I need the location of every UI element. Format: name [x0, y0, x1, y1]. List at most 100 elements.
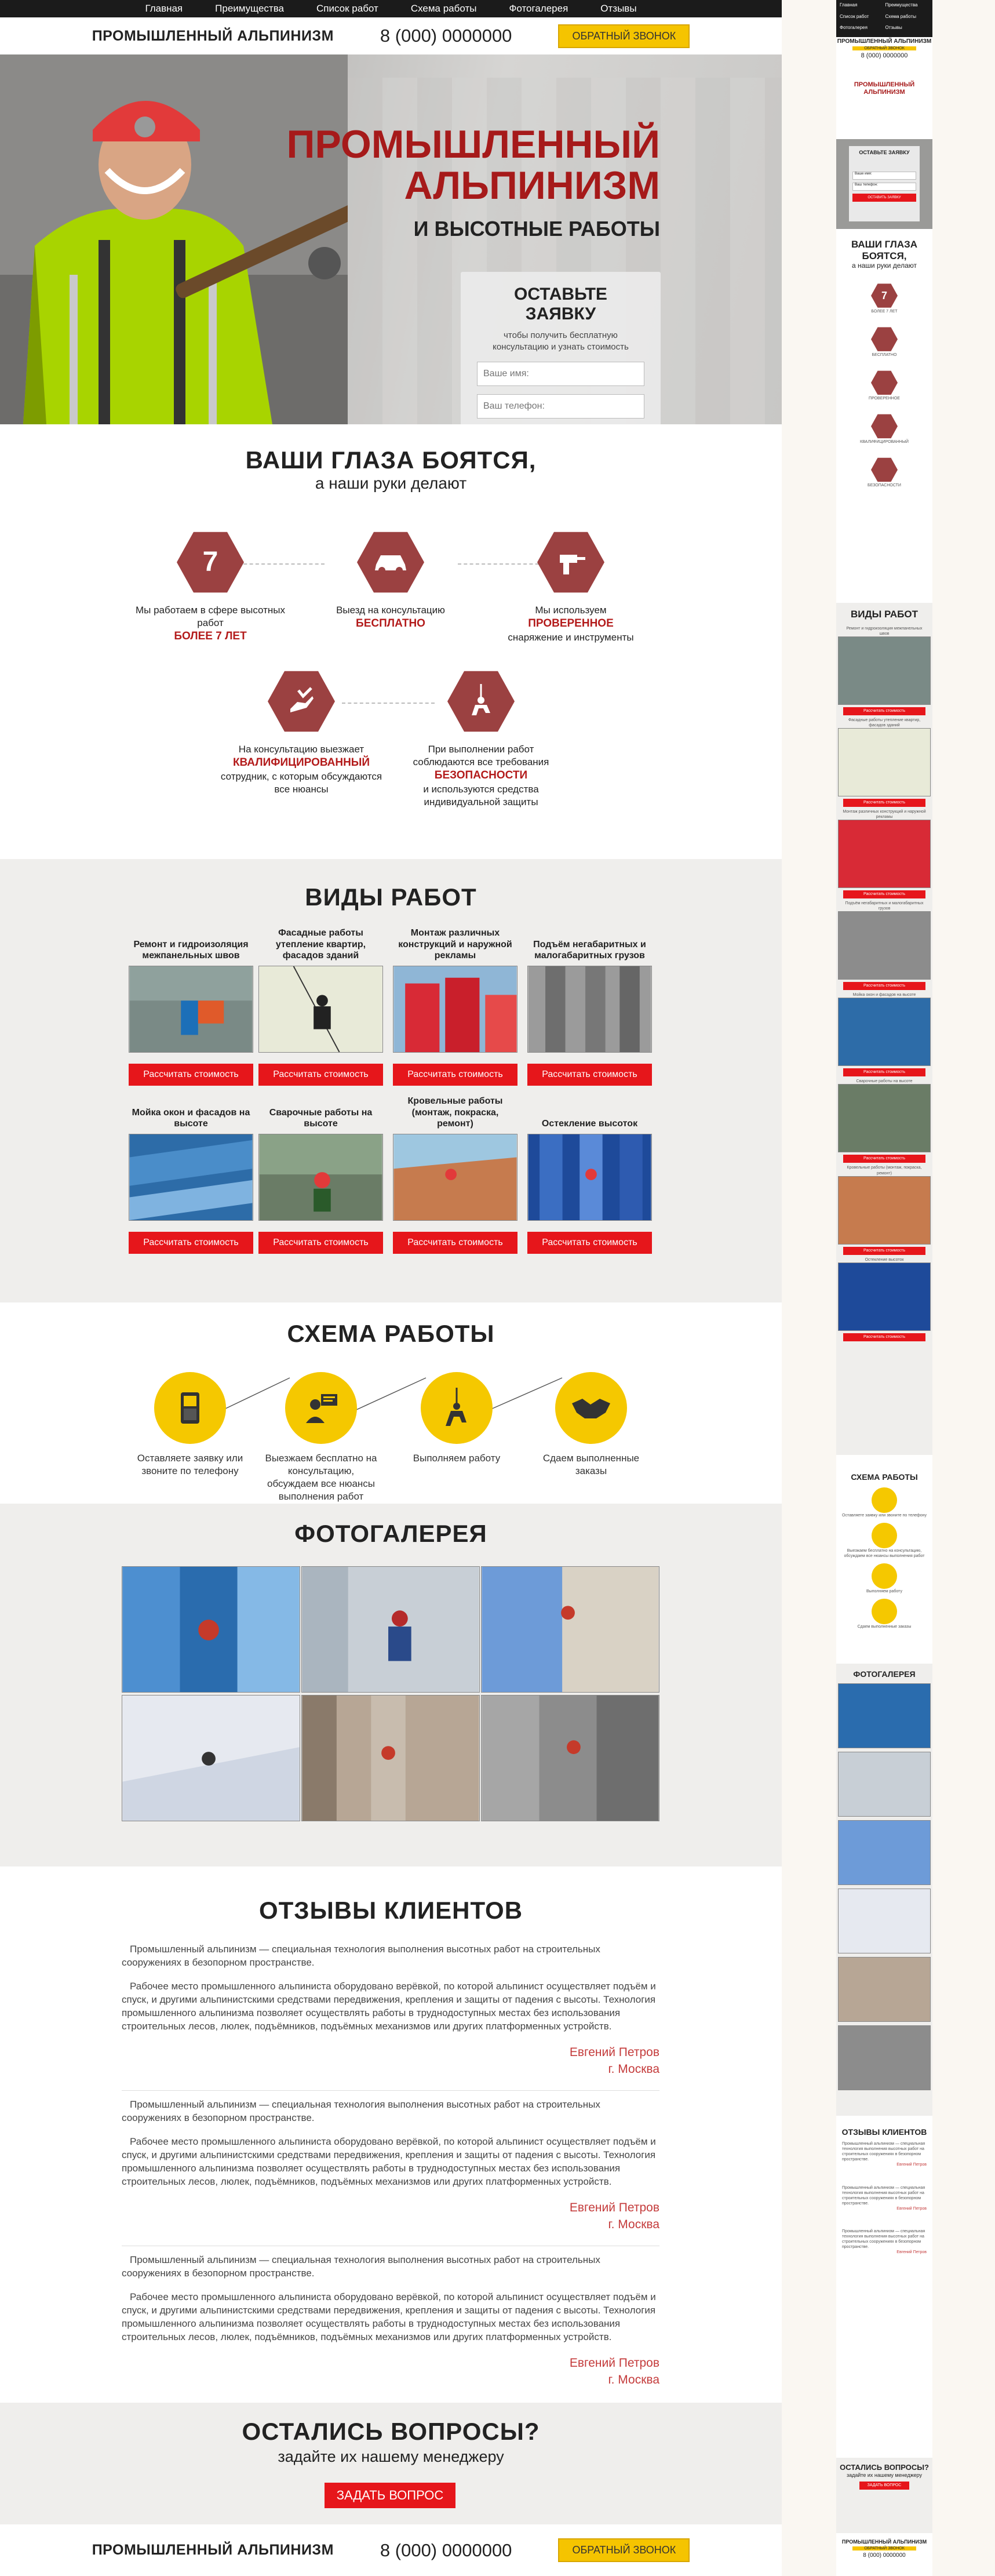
- nav-item-reviews[interactable]: Отзывы: [600, 3, 636, 14]
- callback-button[interactable]: ОБРАТНЫЙ ЗВОНОК: [558, 24, 690, 48]
- mobile-work-photo: [838, 727, 931, 796]
- review-city: г. Москва: [608, 2062, 659, 2076]
- mobile-submit-button[interactable]: ОСТАВИТЬ ЗАЯВКУ: [852, 194, 916, 202]
- top-nav: Главная Преимущества Список работ Схема …: [0, 0, 782, 17]
- gallery-photo[interactable]: [481, 1695, 659, 1821]
- mobile-scheme-step: Сдаем выполненные заказы: [857, 1625, 912, 1629]
- gallery-photo[interactable]: [301, 1695, 480, 1821]
- page: Главная Преимущества Список работ Схема …: [0, 0, 995, 2576]
- calc-price-button[interactable]: Рассчитать стоимость: [527, 1232, 652, 1254]
- mobile-footer-callback[interactable]: ОБРАТНЫЙ ЗВОНОК: [852, 2546, 916, 2550]
- footer-callback-button[interactable]: ОБРАТНЫЙ ЗВОНОК: [558, 2538, 690, 2562]
- mobile-nav-item[interactable]: Главная: [840, 2, 884, 12]
- mobile-nav: Главная Преимущества Список работ Схема …: [836, 0, 932, 37]
- work-card: Кровельные работы (монтаж, покраска, рем…: [393, 1096, 517, 1254]
- footer-phone-number[interactable]: 8 (000) 0000000: [380, 2540, 512, 2561]
- footer-brand-name: ПРОМЫШЛЕННЫЙ АЛЬПИНИЗМ: [92, 2542, 334, 2558]
- review-item: Промышленный альпинизм — специальная тех…: [122, 2254, 659, 2388]
- mobile-footer-phone[interactable]: 8 (000) 0000000: [836, 2552, 932, 2559]
- advantages-section: ВАШИ ГЛАЗА БОЯТСЯ, а наши руки делают 7 …: [0, 424, 782, 859]
- mobile-phone[interactable]: 8 (000) 0000000: [836, 52, 932, 59]
- mobile-form-title: ОСТАВЬТЕ ЗАЯВКУ: [859, 150, 910, 155]
- mobile-nav-item[interactable]: Отзывы: [885, 25, 930, 35]
- mobile-nav-item[interactable]: Фотогалерея: [840, 25, 884, 35]
- mobile-advantages-subtitle: а наши руки делают: [852, 261, 917, 270]
- work-card: Ремонт и гидроизоляция межпанельных швов…: [129, 929, 253, 1086]
- ask-question-button[interactable]: ЗАДАТЬ ВОПРОС: [325, 2483, 455, 2508]
- gallery-photo[interactable]: [122, 1695, 300, 1821]
- mobile-climber-icon: [872, 1563, 897, 1589]
- phone-number[interactable]: 8 (000) 0000000: [380, 26, 512, 46]
- mobile-reviews-title: ОТЗЫВЫ КЛИЕНТОВ: [841, 2127, 927, 2137]
- nav-item-gallery[interactable]: Фотогалерея: [509, 3, 568, 14]
- mobile-gallery-photo[interactable]: [838, 1957, 931, 2022]
- mobile-phone-input[interactable]: Ваш телефон:: [852, 183, 916, 191]
- mobile-calc-button[interactable]: Рассчитать стоимость: [843, 1333, 925, 1341]
- mobile-nav-item[interactable]: Список работ: [840, 14, 884, 24]
- advantage-text: При выполнении работ соблюдаются все тре…: [413, 744, 549, 768]
- nav-item-works[interactable]: Список работ: [316, 3, 378, 14]
- gallery-section: ФОТОГАЛЕРЕЯ: [0, 1504, 782, 1866]
- nav-item-advantages[interactable]: Преимущества: [215, 3, 284, 14]
- calc-price-button[interactable]: Рассчитать стоимость: [258, 1064, 383, 1086]
- mobile-calc-button[interactable]: Рассчитать стоимость: [843, 707, 925, 715]
- mobile-calc-button[interactable]: Рассчитать стоимость: [843, 890, 925, 899]
- calc-price-button[interactable]: Рассчитать стоимость: [393, 1064, 517, 1086]
- advantage-text: На консультацию выезжает: [238, 744, 365, 755]
- mobile-gallery-photo[interactable]: [838, 1752, 931, 1817]
- calc-price-button[interactable]: Рассчитать стоимость: [527, 1064, 652, 1086]
- gallery-title: ФОТОГАЛЕРЕЯ: [294, 1520, 487, 1547]
- calc-price-button[interactable]: Рассчитать стоимость: [393, 1232, 517, 1254]
- car-icon: [357, 532, 424, 593]
- nav-item-scheme[interactable]: Схема работы: [411, 3, 477, 14]
- mobile-gallery-photo[interactable]: [838, 1820, 931, 1886]
- mobile-callback-button[interactable]: ОБРАТНЫЙ ЗВОНОК: [852, 46, 916, 50]
- calc-price-button[interactable]: Рассчитать стоимость: [129, 1064, 253, 1086]
- scheme-step: Выезжаем бесплатно на консультацию, обсу…: [263, 1372, 379, 1503]
- mobile-calc-button[interactable]: Рассчитать стоимость: [843, 1155, 925, 1163]
- mobile-work-title: Фасадные работы утепление квартир, фасад…: [848, 718, 921, 727]
- mobile-calc-button[interactable]: Рассчитать стоимость: [843, 982, 925, 991]
- mobile-name-input[interactable]: Ваше имя:: [852, 172, 916, 180]
- drill-icon: [537, 532, 604, 593]
- mobile-preview: Главная Преимущества Список работ Схема …: [836, 0, 932, 2576]
- climber-icon: [421, 1372, 493, 1444]
- mobile-nav-item[interactable]: Схема работы: [885, 14, 930, 24]
- mobile-ask-button[interactable]: ЗАДАТЬ ВОПРОС: [859, 2481, 909, 2490]
- advantage-accent: ПРОВЕРЕННОЕ: [528, 617, 614, 630]
- mobile-calc-button[interactable]: Рассчитать стоимость: [843, 1246, 925, 1255]
- review-divider: [122, 2090, 659, 2091]
- mobile-gallery-photo[interactable]: [838, 1683, 931, 1749]
- header-bar: ПРОМЫШЛЕННЫЙ АЛЬПИНИЗМ 8 (000) 0000000 О…: [0, 17, 782, 54]
- phone-input[interactable]: [477, 394, 644, 419]
- gallery-photo[interactable]: [481, 1566, 659, 1693]
- mobile-questions-title: ОСТАЛИСЬ ВОПРОСЫ?: [840, 2463, 929, 2472]
- mobile-hero-title-line2: АЛЬПИНИЗМ: [863, 89, 905, 96]
- review-paragraph: Рабочее место промышленного альпиниста о…: [122, 2291, 656, 2342]
- work-card: Остекление высоток Рассчитать стоимость: [527, 1097, 652, 1254]
- review-city: г. Москва: [608, 2218, 659, 2232]
- mobile-gallery-photo[interactable]: [838, 2025, 931, 2091]
- calc-price-button[interactable]: Рассчитать стоимость: [258, 1232, 383, 1254]
- mobile-work-photo: [838, 911, 931, 980]
- scheme-step-text: Сдаем выполненные заказы: [542, 1453, 640, 1477]
- nav-item-home[interactable]: Главная: [145, 3, 183, 14]
- gallery-photo[interactable]: [122, 1566, 300, 1693]
- mobile-consultant-icon: [872, 1523, 897, 1549]
- mobile-advantage-text: ПРОВЕРЕННОЕ: [869, 396, 900, 401]
- work-photo: [527, 1134, 652, 1221]
- mobile-hero-title-line1: ПРОМЫШЛЕННЫЙ: [854, 81, 915, 88]
- mobile-advantage-text: КВАЛИФИЦИРОВАННЫЙ: [860, 440, 909, 445]
- mobile-calc-button[interactable]: Рассчитать стоимость: [843, 1068, 925, 1077]
- number-seven-icon: 7: [177, 532, 244, 593]
- name-input[interactable]: [477, 362, 644, 386]
- advantage-accent: БОЛЕЕ 7 ЛЕТ: [174, 630, 247, 643]
- mobile-gallery-photo[interactable]: [838, 1889, 931, 1954]
- advantage-item: При выполнении работ соблюдаются все тре…: [400, 668, 562, 809]
- gallery-photo[interactable]: [301, 1566, 480, 1693]
- mobile-calc-button[interactable]: Рассчитать стоимость: [843, 798, 925, 807]
- review-item: Промышленный альпинизм — специальная тех…: [122, 2098, 659, 2247]
- mobile-nav-item[interactable]: Преимущества: [885, 2, 930, 12]
- scheme-section: СХЕМА РАБОТЫ Оставляете заявку или звони…: [0, 1302, 782, 1504]
- calc-price-button[interactable]: Рассчитать стоимость: [129, 1232, 253, 1254]
